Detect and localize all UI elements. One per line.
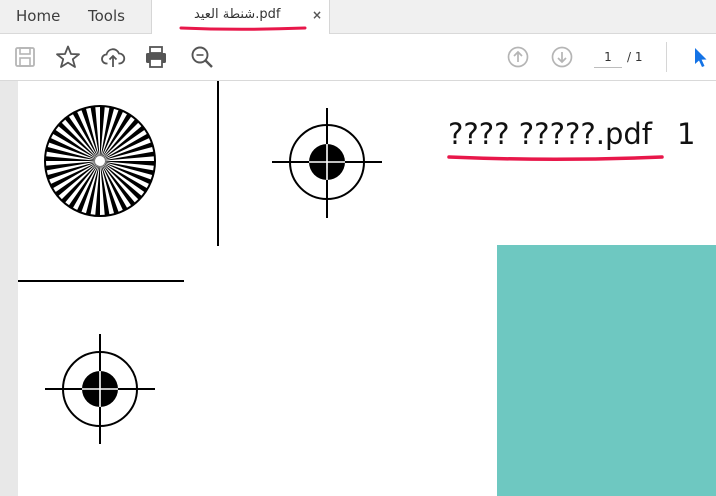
document-heading: ???? ?????.pdf [448,117,652,151]
star-icon[interactable] [55,44,81,70]
print-icon[interactable] [143,44,169,70]
tab-home[interactable]: Home [16,0,60,33]
registration-mark-bottom [45,334,155,444]
document-gutter [0,81,18,496]
arrow-down-circle-icon[interactable] [549,44,575,70]
pointer-icon[interactable] [687,44,713,70]
toolbar-divider [666,42,667,72]
tab-document-title: شنطة العيد.pdf [194,7,281,22]
starburst-mark [44,105,156,217]
page-total: / 1 [627,50,643,64]
zoom-icon[interactable] [189,44,215,70]
document-page-number: 1 [677,117,696,151]
close-icon[interactable]: × [312,8,322,22]
current-page-input[interactable]: 1 [594,46,622,68]
cloud-upload-icon[interactable] [100,44,126,70]
registration-mark-top [272,108,382,218]
tab-document[interactable]: شنطة العيد.pdf × [152,0,330,34]
pdf-page: ???? ?????.pdf 1 [18,81,716,496]
save-icon[interactable] [12,44,38,70]
teal-color-block [497,245,716,496]
tab-bar: Home Tools شنطة العيد.pdf × [0,0,716,34]
tab-tools[interactable]: Tools [88,0,125,33]
toolbar: 1 / 1 [0,34,716,81]
arrow-up-circle-icon[interactable] [505,44,531,70]
